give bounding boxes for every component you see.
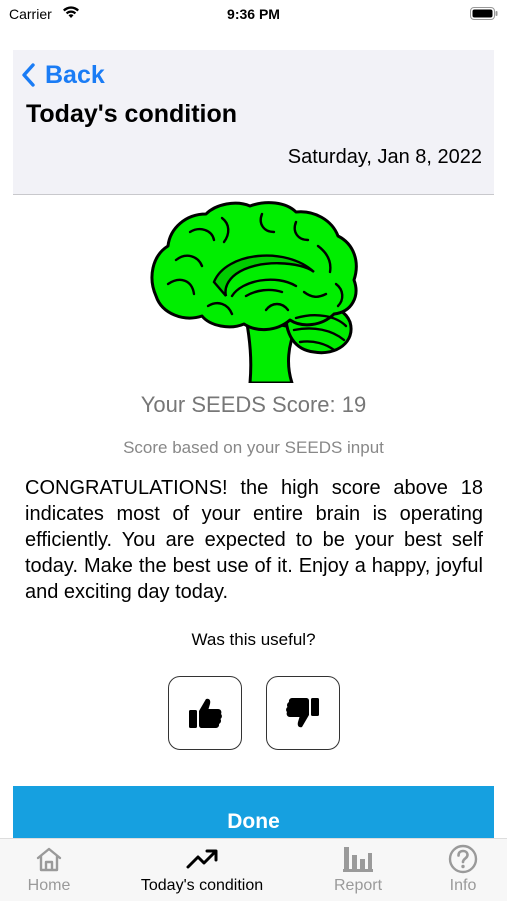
thumbs-down-icon bbox=[286, 698, 319, 728]
battery-icon bbox=[470, 7, 498, 25]
tab-todays-condition[interactable]: Today's condition bbox=[128, 843, 276, 895]
score-subtitle: Score based on your SEEDS input bbox=[123, 438, 384, 457]
tab-home-label: Home bbox=[27, 877, 71, 894]
tab-todays-condition-label: Today's condition bbox=[140, 877, 264, 894]
trend-icon bbox=[186, 849, 218, 869]
date-label: Saturday, Jan 8, 2022 bbox=[287, 146, 482, 168]
bar-chart-icon bbox=[343, 847, 373, 872]
status-bar: Carrier 9:36 PM bbox=[0, 0, 507, 32]
question-icon bbox=[448, 844, 478, 874]
done-button[interactable]: Done bbox=[13, 786, 494, 840]
condition-message: CONGRATULATIONS! the high score above 18… bbox=[25, 477, 483, 603]
feedback-question: Was this useful? bbox=[191, 630, 316, 649]
header-panel: Back Today's condition Saturday, Jan 8, … bbox=[13, 50, 494, 195]
tab-bar: Home Today's condition Report Info bbox=[0, 838, 507, 901]
tab-report-label: Report bbox=[333, 877, 383, 894]
clock: 9:36 PM bbox=[227, 6, 280, 22]
tab-info[interactable]: Info bbox=[438, 843, 488, 895]
tab-info-label: Info bbox=[449, 877, 477, 894]
thumbs-up-button[interactable] bbox=[168, 676, 242, 750]
chevron-left-icon bbox=[22, 63, 35, 87]
home-icon bbox=[36, 847, 62, 872]
page-title: Today's condition bbox=[26, 100, 238, 128]
tab-home[interactable]: Home bbox=[18, 843, 80, 895]
back-label: Back bbox=[45, 60, 105, 89]
seeds-score: Your SEEDS Score: 19 bbox=[140, 392, 367, 417]
thumbs-up-icon bbox=[189, 698, 222, 728]
tab-report[interactable]: Report bbox=[325, 843, 391, 895]
back-button[interactable]: Back bbox=[21, 60, 105, 89]
brain-icon bbox=[146, 200, 362, 385]
thumbs-down-button[interactable] bbox=[266, 676, 340, 750]
